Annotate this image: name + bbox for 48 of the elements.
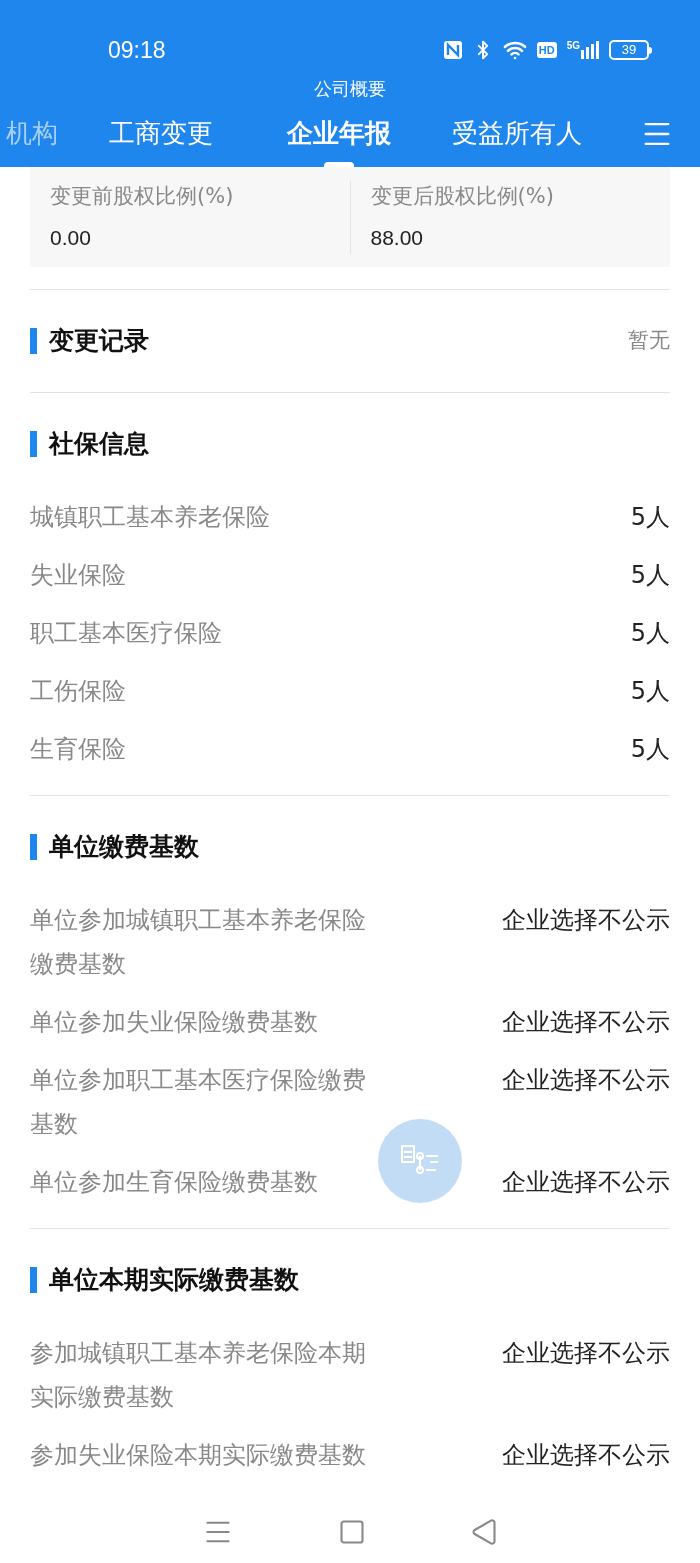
network-type: 5G: [566, 41, 580, 51]
tab[interactable]: 机构: [0, 100, 72, 167]
row-value: 5人: [630, 502, 670, 533]
section-title: 单位本期实际缴费基数: [49, 1264, 299, 1297]
hd-badge: HD: [536, 42, 557, 58]
row-value: 企业选择不公示: [502, 1167, 670, 1198]
tab[interactable]: 企业年报: [250, 100, 428, 167]
nfc-icon: [442, 40, 463, 60]
tab[interactable]: 受益所有人: [428, 100, 606, 167]
section-marker: [30, 328, 37, 354]
field-value: 88.00: [370, 225, 425, 251]
row-label: 参加失业保险本期实际缴费基数: [30, 1440, 367, 1471]
page-title: 公司概要: [314, 78, 386, 100]
row-value: 5人: [630, 676, 670, 707]
row-value: 5人: [630, 734, 670, 765]
row-value: 企业选择不公示: [502, 1007, 670, 1038]
row-value: 企业选择不公示: [502, 1065, 670, 1096]
status-time: 09:18: [108, 35, 167, 65]
row-label: 失业保险: [30, 560, 127, 591]
row-label: 单位参加城镇职工基本养老保险缴费基数: [30, 905, 367, 980]
signal-icon: [581, 41, 599, 59]
section-title: 社保信息: [49, 428, 149, 461]
back-icon[interactable]: [470, 1518, 498, 1546]
field-value: 0.00: [50, 225, 92, 251]
row-label: 职工基本医疗保险: [30, 618, 223, 649]
field-label: 变更前股权比例(%): [50, 182, 235, 210]
section-title: 变更记录: [49, 325, 149, 358]
row-label: 单位参加职工基本医疗保险缴费基数: [30, 1065, 367, 1140]
section-value: 暂无: [628, 327, 670, 355]
row-label: 单位参加失业保险缴费基数: [30, 1007, 319, 1038]
row-label: 单位参加生育保险缴费基数: [30, 1167, 319, 1198]
field-label: 变更后股权比例(%): [370, 182, 555, 210]
row-value: 企业选择不公示: [502, 1338, 670, 1369]
section-title: 单位缴费基数: [49, 831, 199, 864]
row-value: 企业选择不公示: [502, 1440, 670, 1471]
home-icon[interactable]: [338, 1518, 366, 1546]
row-label: 工伤保险: [30, 676, 127, 707]
row-value: 5人: [630, 618, 670, 649]
row-label: 生育保险: [30, 734, 127, 765]
row-label: 城镇职工基本养老保险: [30, 502, 271, 533]
row-value: 5人: [630, 560, 670, 591]
section-marker: [30, 834, 37, 860]
row-value: 企业选择不公示: [502, 905, 670, 936]
row-label: 参加城镇职工基本养老保险本期实际缴费基数: [30, 1338, 367, 1413]
section-marker: [30, 1267, 37, 1293]
battery-indicator: 39: [609, 40, 649, 60]
tab[interactable]: 工商变更: [72, 100, 250, 167]
section-marker: [30, 431, 37, 457]
